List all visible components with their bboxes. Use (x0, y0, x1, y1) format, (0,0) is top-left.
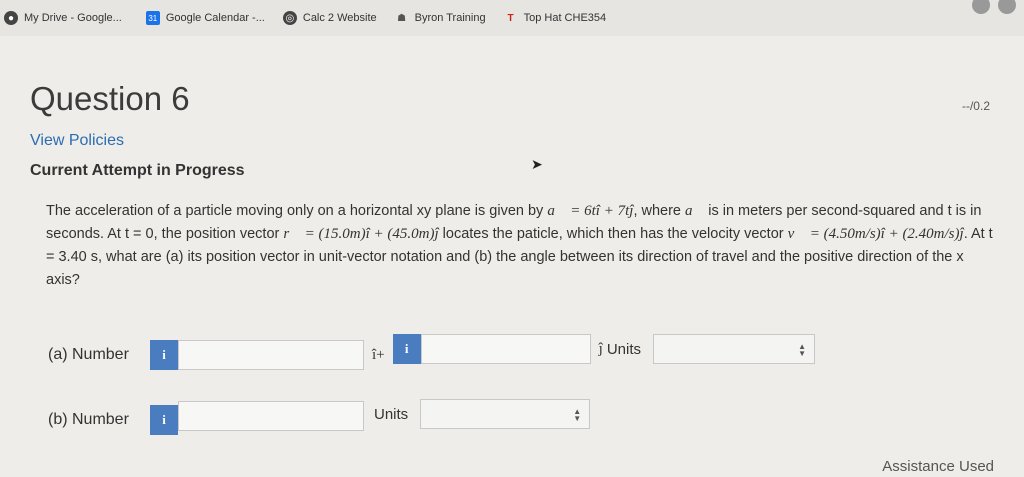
question-text-part: The acceleration of a particle moving on… (46, 203, 544, 219)
bookmarks-bar: ● My Drive - Google... 31 Google Calenda… (0, 0, 1024, 36)
bookmark-calc2[interactable]: ◎ Calc 2 Website (282, 11, 377, 25)
bookmark-label: Top Hat CHE354 (523, 12, 607, 24)
mouse-cursor-icon: ➤ (531, 156, 543, 172)
info-icon[interactable]: i (150, 405, 178, 435)
calendar-icon: 31 (145, 11, 160, 25)
select-arrows-icon: ▲ ▼ (798, 342, 806, 358)
part-b-label: (b) Number (48, 411, 129, 428)
assistance-used-link[interactable]: Assistance Used (882, 458, 994, 475)
page-title: Question 6 (30, 80, 190, 117)
part-b-row: (b) Number i Units ▲ ▼ (48, 399, 591, 435)
question-text-part: locates the paticle, which then has the … (442, 226, 784, 242)
part-a-units-select[interactable]: ▲ ▼ (653, 334, 815, 364)
bookmark-byron[interactable]: ☗ Byron Training (395, 11, 486, 25)
question-text-part: , where (633, 203, 681, 219)
view-policies-link[interactable]: View Policies (30, 132, 124, 150)
question-text: The acceleration of a particle moving on… (46, 200, 996, 292)
info-icon[interactable]: i (150, 340, 178, 370)
score-display: --/0.2 (961, 99, 990, 113)
acceleration-symbol: a⃗ (685, 203, 705, 219)
i-hat-label: î+ (372, 346, 385, 363)
part-b-units-label: Units (374, 405, 409, 423)
acceleration-equation: a⃗ = 6tî + 7tĵ (547, 203, 634, 219)
bookmark-tophat[interactable]: T Top Hat CHE354 (504, 11, 607, 25)
part-a-j-input[interactable] (420, 334, 591, 364)
part-a-units-label: Units (606, 340, 641, 358)
velocity-equation: v⃗ = (4.50m/s)î + (2.40m/s)ĵ (787, 226, 964, 242)
part-b-input[interactable] (178, 401, 364, 431)
position-equation: r⃗ = (15.0m)î + (45.0m)ĵ (283, 226, 439, 242)
part-a-i-input[interactable] (178, 340, 364, 370)
j-hat-label: ĵ (598, 340, 603, 357)
part-a-label: (a) Number (48, 346, 129, 363)
bookmark-label: My Drive - Google... (24, 12, 122, 24)
bookmark-google-calendar[interactable]: 31 Google Calendar -... (145, 11, 265, 25)
tophat-icon: T (507, 12, 514, 24)
byron-icon: ☗ (397, 12, 407, 24)
info-icon[interactable]: i (392, 334, 421, 364)
bookmark-label: Byron Training (414, 12, 486, 24)
drive-icon: ● (4, 11, 18, 25)
browser-controls (972, 0, 1016, 14)
bookmark-label: Calc 2 Website (302, 12, 377, 24)
bookmark-my-drive[interactable]: ● My Drive - Google... (4, 11, 122, 25)
profile-icon[interactable] (972, 0, 990, 14)
part-b-units-select[interactable]: ▲ ▼ (420, 399, 591, 429)
globe-icon: ◎ (282, 11, 297, 25)
select-arrows-icon: ▲ ▼ (573, 407, 582, 423)
bookmark-label: Google Calendar -... (165, 12, 265, 24)
menu-icon[interactable] (998, 0, 1016, 14)
part-a-row: (a) Number i î+ i ĵ Units ▲ ▼ (48, 334, 815, 370)
attempt-status: Current Attempt in Progress (30, 162, 245, 179)
